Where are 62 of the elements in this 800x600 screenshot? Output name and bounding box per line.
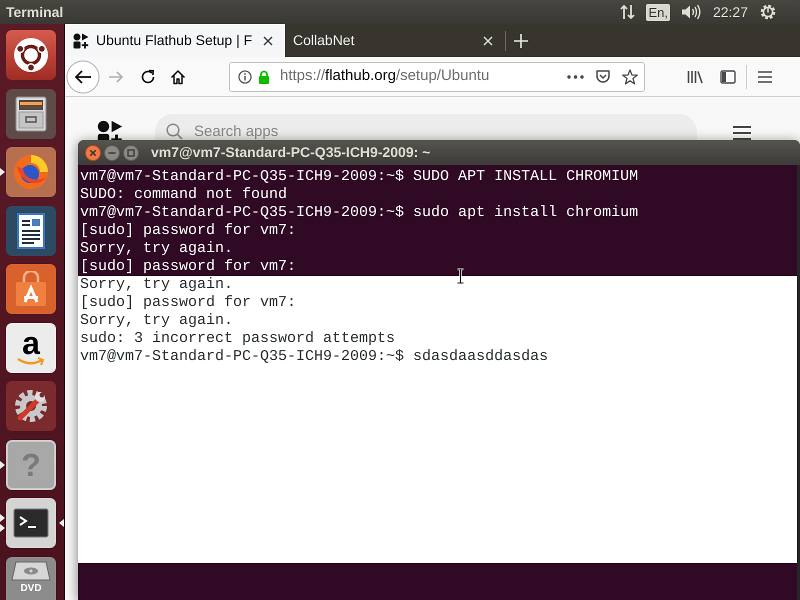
window-title: vm7@vm7-Standard-PC-Q35-ICH9-2009: ~ [151,143,430,162]
terminal-line: [sudo] password for vm7: [80,294,298,312]
address-field[interactable]: https://flathub.org/setup/Ubuntu [229,62,645,92]
launcher-item[interactable] [6,88,56,138]
triangle-marker-icon [0,460,5,468]
triangle-marker-icon [0,524,5,532]
search-icon [166,123,183,140]
terminal-line: vm7@vm7-Standard-PC-Q35-ICH9-2009:~$ sudo apt install chromium [80,204,640,222]
browser-tab[interactable]: Ubuntu Flathub Setup | F [65,24,285,57]
maximize-icon[interactable] [123,144,139,160]
terminal-line: SUDO: command not found [80,186,288,204]
terminal-line: vm7@vm7-Standard-PC-Q35-ICH9-2009:~$ sdasdaasddasdas [80,348,550,366]
terminal-line: [sudo] password for vm7: [80,258,298,276]
triangle-marker-icon [0,514,5,522]
browser-tab[interactable]: CollabNet [285,24,505,57]
info-icon[interactable] [238,70,252,84]
menu-icon[interactable] [733,126,751,140]
more-icon[interactable] [567,74,584,78]
ring-logo-icon [13,37,49,73]
launcher-item[interactable] [6,381,56,431]
terminal-line: [sudo] password for vm7: [80,222,298,240]
terminal-line: sudo: 3 incorrect password attempts [80,330,396,348]
launcher-item[interactable] [6,498,56,548]
star-icon[interactable] [622,68,638,84]
terminal-icon [13,508,49,538]
launcher-item[interactable] [6,30,56,80]
launcher-item[interactable] [6,206,56,256]
terminal-line: Sorry, try again. [80,312,234,330]
fox-globe-icon [12,153,50,191]
keyboard-layout-indicator[interactable]: En, [646,4,670,20]
search-field[interactable]: Search apps [194,123,494,140]
terminal-line: Sorry, try again. [80,240,234,258]
sidebar-icon[interactable] [720,68,736,84]
minimize-icon[interactable] [104,144,120,160]
gear-wrench-icon [12,387,50,425]
search-bar[interactable]: Search apps [155,114,697,140]
terminal-line: Sorry, try again. [80,276,234,294]
shapes-logo-icon [73,32,89,48]
shapes-logo-icon[interactable] [97,120,123,140]
close-icon[interactable] [263,36,273,46]
disc-drive-icon [11,560,51,580]
app-title: Terminal [5,2,64,22]
curved-arrow-icon [16,356,46,366]
terminal-line: vm7@vm7-Standard-PC-Q35-ICH9-2009:~$ SUDO APT INSTALL CHROMIUM [80,168,640,186]
books-icon[interactable] [687,68,704,84]
menu-icon[interactable] [758,70,772,82]
transfer-arrows-icon[interactable] [620,4,636,20]
url-text: https://flathub.org/setup/Ubuntu [280,66,490,86]
launcher-item[interactable]: a [6,322,56,372]
back-icon[interactable] [66,60,100,94]
shopping-bag-icon [14,271,48,307]
gear-icon[interactable] [760,4,776,20]
shield-icon[interactable] [595,68,611,84]
lock-icon[interactable] [258,70,270,84]
plus-icon[interactable] [514,34,528,48]
document-icon [15,212,47,250]
file-cabinet-icon [14,96,48,132]
speaker-icon[interactable] [680,4,701,20]
reload-icon[interactable] [140,68,156,84]
home-icon[interactable] [170,68,186,84]
clock[interactable]: 22:27 [712,2,748,22]
triangle-marker-icon [0,168,5,176]
